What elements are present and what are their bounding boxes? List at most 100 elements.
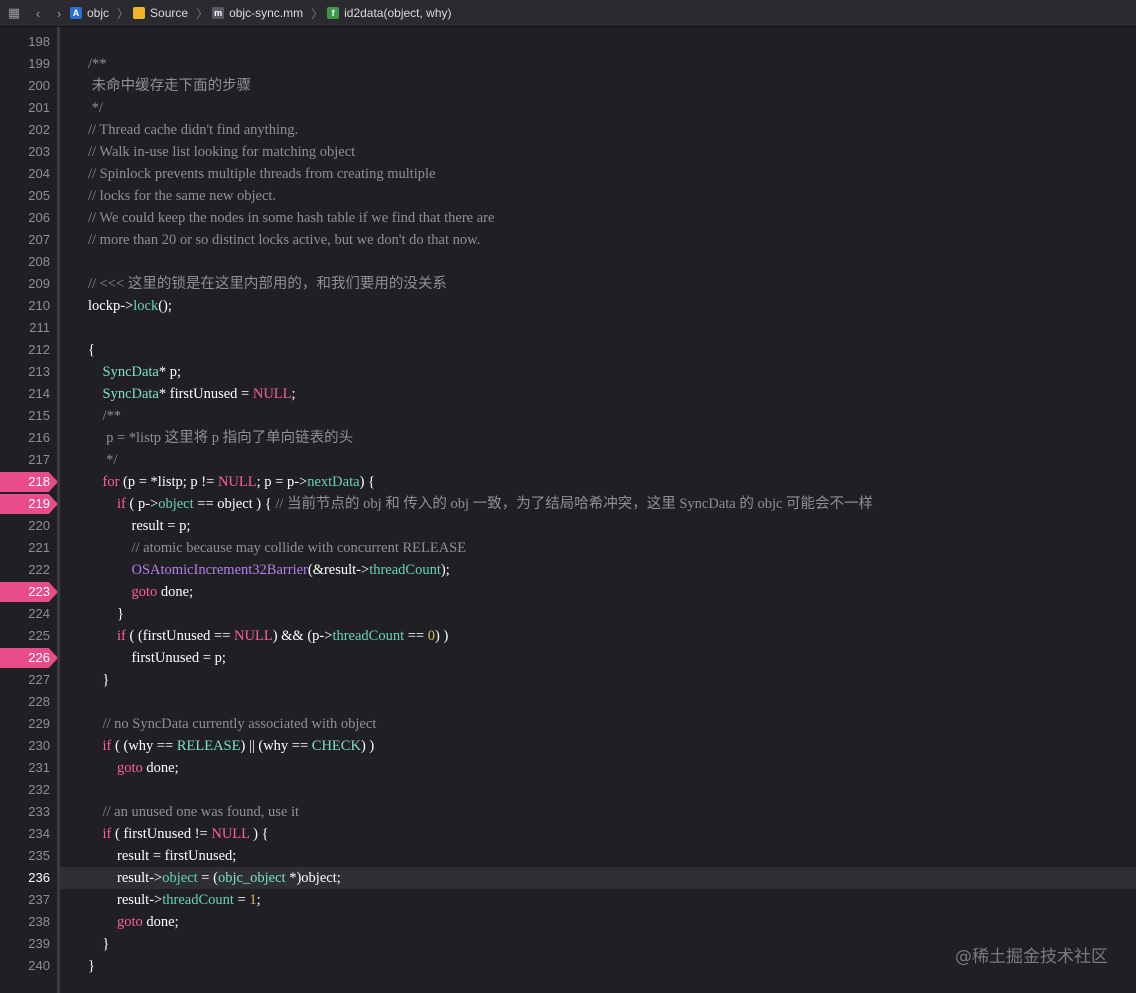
code-token: 未命中缓存走下面的步骤	[88, 78, 252, 94]
code-token: object	[162, 870, 198, 886]
code-token: ;	[291, 386, 296, 402]
code-token: object	[158, 496, 194, 512]
code-line[interactable]: if ( (why == RELEASE) || (why == CHECK) …	[88, 735, 375, 757]
code-token: }	[88, 672, 110, 688]
code-token: ( p->	[125, 496, 159, 512]
code-line[interactable]: OSAtomicIncrement32Barrier(&result->thre…	[88, 559, 450, 581]
code-line[interactable]: for (p = *listp; p != NULL; p = p->nextD…	[88, 471, 375, 493]
folder-icon	[133, 7, 146, 19]
code-token: NULL	[211, 826, 250, 842]
code-line[interactable]: */	[88, 97, 103, 119]
forward-chevron-icon[interactable]: ›	[48, 6, 70, 21]
code-token: }	[88, 606, 124, 622]
code-line[interactable]: {	[88, 339, 95, 361]
code-line[interactable]: // no SyncData currently associated with…	[88, 713, 377, 735]
code-line[interactable]: goto done;	[88, 757, 179, 779]
code-token: */	[88, 100, 103, 116]
code-line[interactable]: // Walk in-use list looking for matching…	[88, 141, 355, 163]
code-token: ) )	[434, 628, 449, 644]
line-number: 198	[28, 34, 50, 49]
code-token: result = p;	[88, 518, 191, 534]
code-line[interactable]: /**	[88, 53, 107, 75]
code-line[interactable]: // <<< 这里的锁是在这里内部用的，和我们要用的没关系	[88, 273, 447, 295]
code-token: SyncData	[102, 364, 159, 380]
code-token: goto	[117, 760, 143, 776]
line-number: 208	[28, 254, 50, 269]
code-line[interactable]: // Spinlock prevents multiple threads fr…	[88, 163, 436, 185]
code-token: /**	[88, 408, 122, 424]
code-line[interactable]: }	[88, 669, 110, 691]
code-line[interactable]: }	[88, 933, 110, 955]
code-token: for	[102, 474, 120, 490]
code-line[interactable]: goto done;	[88, 581, 194, 603]
code-line[interactable]: // atomic because may collide with concu…	[88, 537, 467, 559]
jump-bar: ▦ ‹ › Aobjc 〉 Source 〉 m objc-sync.mm 〉 f id2dat…	[0, 0, 1136, 27]
line-number: 225	[28, 628, 50, 643]
code-line[interactable]: }	[88, 955, 95, 977]
code-line[interactable]: result->threadCount = 1;	[88, 889, 261, 911]
code-line[interactable]: result->object = (objc_object *)object;	[88, 867, 341, 889]
code-line[interactable]: if ( firstUnused != NULL ) {	[88, 823, 269, 845]
breadcrumb-item[interactable]: f id2data(object, why)	[327, 6, 452, 20]
code-line[interactable]: */	[88, 449, 117, 471]
code-token: result = firstUnused;	[88, 848, 237, 864]
code-token: result->	[88, 892, 163, 908]
breadcrumb-label: id2data(object, why)	[344, 6, 452, 20]
code-token: =	[233, 892, 250, 908]
code-line[interactable]: SyncData* p;	[88, 361, 182, 383]
line-number: 231	[28, 760, 50, 775]
code-line[interactable]: goto done;	[88, 911, 179, 933]
code-token: = (	[197, 870, 218, 886]
code-line[interactable]: /**	[88, 405, 122, 427]
line-number: 240	[28, 958, 50, 973]
code-line[interactable]: // more than 20 or so distinct locks act…	[88, 229, 480, 251]
line-number: 213	[28, 364, 50, 379]
line-number: 212	[28, 342, 50, 357]
code-line[interactable]: }	[88, 603, 124, 625]
line-number: 205	[28, 188, 50, 203]
breadcrumb-item[interactable]: m objc-sync.mm	[212, 6, 303, 20]
code-line[interactable]: result = firstUnused;	[88, 845, 236, 867]
code-token: // <<< 这里的锁是在这里内部用的，和我们要用的没关系	[88, 276, 447, 292]
code-token: firstUnused = p;	[88, 650, 226, 666]
code-line[interactable]: // an unused one was found, use it	[88, 801, 300, 823]
code-line[interactable]: 未命中缓存走下面的步骤	[88, 75, 252, 97]
code-line[interactable]: SyncData* firstUnused = NULL;	[88, 383, 296, 405]
code-token: if	[117, 628, 126, 644]
line-number: 228	[28, 694, 50, 709]
code-line[interactable]: // locks for the same new object.	[88, 185, 276, 207]
code-line[interactable]: if ( (firstUnused == NULL) && (p->thread…	[88, 625, 448, 647]
code-token: SyncData	[102, 386, 159, 402]
code-line[interactable]: if ( p->object == object ) { // 当前节点的 ob…	[88, 493, 873, 515]
code-line[interactable]: lockp->lock();	[88, 295, 172, 317]
code-token: threadCount	[369, 562, 441, 578]
line-number: 216	[28, 430, 50, 445]
code-token: goto	[131, 584, 158, 600]
code-token: );	[440, 562, 450, 578]
code-token: ) && (p->	[272, 628, 333, 644]
line-number: 201	[28, 100, 50, 115]
back-chevron-icon[interactable]: ‹	[28, 6, 48, 21]
code-line[interactable]: // We could keep the nodes in some hash …	[88, 207, 494, 229]
code-line[interactable]: firstUnused = p;	[88, 647, 226, 669]
code-token: (p = *listp; p !=	[119, 474, 218, 490]
breadcrumb-item[interactable]: Aobjc	[70, 6, 109, 20]
code-token: *)object;	[285, 870, 341, 886]
line-number-gutter[interactable]: 198 199 200 201 202 203 204 205 206 207 208 209 210 2…	[0, 27, 58, 993]
code-token: p = *listp 这里将 p 指向了单向链表的头	[88, 430, 354, 446]
code-token: // atomic because may collide with concu…	[131, 540, 467, 556]
code-editor[interactable]: 198 199 200 201 202 203 204 205 206 207 208 209 210 2…	[0, 27, 1136, 993]
line-number: 200	[28, 78, 50, 93]
code-line[interactable]: // Thread cache didn't find anything.	[88, 119, 298, 141]
line-number: 199	[28, 56, 50, 71]
grid-icon[interactable]: ▦	[0, 5, 28, 21]
code-token: // an unused one was found, use it	[102, 804, 300, 820]
breadcrumb-item[interactable]: Source	[133, 6, 188, 20]
code-token: threadCount	[332, 628, 405, 644]
code-line[interactable]: result = p;	[88, 515, 191, 537]
code-line[interactable]: p = *listp 这里将 p 指向了单向链表的头	[88, 427, 353, 449]
